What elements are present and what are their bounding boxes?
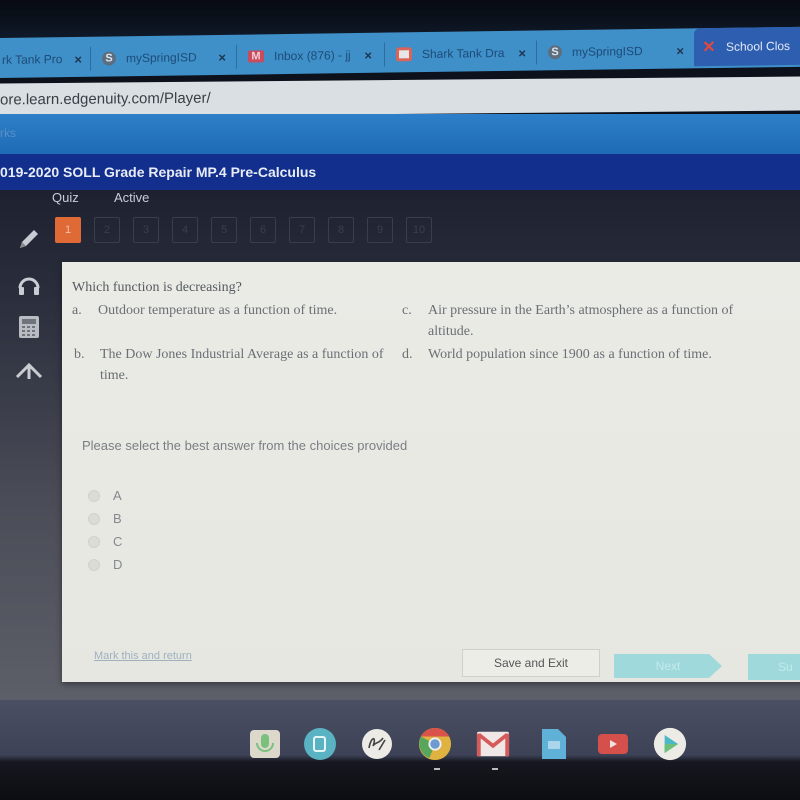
submit-button[interactable]: Su bbox=[748, 654, 800, 680]
tab-inbox[interactable]: M Inbox (876) - jj × bbox=[240, 39, 380, 73]
calculator-icon[interactable] bbox=[12, 310, 46, 344]
docs-icon[interactable] bbox=[537, 727, 571, 761]
tab-label: rk Tank Pro bbox=[2, 52, 63, 67]
bookmarks-label[interactable]: rks bbox=[0, 126, 16, 140]
instruction-text: Please select the best answer from the c… bbox=[82, 438, 408, 453]
choice-label: B bbox=[113, 511, 122, 526]
option-text: Outdoor temperature as a function of tim… bbox=[98, 303, 338, 318]
answer-choice-d[interactable]: D bbox=[88, 557, 122, 572]
radio-button[interactable] bbox=[88, 512, 100, 525]
tab-school-closure[interactable]: ✕ School Clos bbox=[694, 26, 800, 67]
question-navigation: 1 2 3 4 5 6 7 8 9 10 bbox=[55, 217, 432, 243]
radio-button[interactable] bbox=[88, 489, 100, 502]
tab-shark-tank-draft[interactable]: Shark Tank Dra × bbox=[388, 37, 534, 71]
question-card: Which function is decreasing? a. Outdoor… bbox=[62, 262, 800, 682]
chrome-icon[interactable] bbox=[418, 727, 452, 761]
headphones-icon[interactable] bbox=[12, 268, 46, 302]
radio-button[interactable] bbox=[88, 558, 100, 571]
option-letter: b. bbox=[74, 347, 85, 362]
activity-status: Active bbox=[114, 190, 150, 205]
tab-separator bbox=[536, 40, 537, 65]
signature-icon[interactable] bbox=[360, 727, 394, 761]
next-button[interactable]: Next bbox=[614, 654, 722, 678]
tab-separator bbox=[236, 44, 237, 69]
close-icon[interactable]: × bbox=[364, 47, 372, 62]
option-text: World population since 1900 as a functio… bbox=[428, 347, 712, 362]
save-and-exit-button[interactable]: Save and Exit bbox=[462, 649, 600, 677]
springisd-logo-icon: S bbox=[548, 45, 562, 60]
running-indicator bbox=[434, 768, 440, 770]
pencil-icon[interactable] bbox=[12, 222, 46, 256]
question-number-4[interactable]: 4 bbox=[172, 217, 198, 243]
radio-button[interactable] bbox=[88, 535, 100, 548]
tab-label: mySpringISD bbox=[572, 44, 643, 60]
springisd-logo-icon: S bbox=[102, 51, 116, 66]
play-store-icon[interactable] bbox=[653, 727, 687, 761]
x-brand-icon: ✕ bbox=[702, 39, 716, 57]
question-number-10[interactable]: 10 bbox=[406, 217, 432, 243]
option-text: The Dow Jones Industrial Average as a fu… bbox=[100, 347, 384, 383]
question-number-7[interactable]: 7 bbox=[289, 217, 315, 243]
answer-choice-b[interactable]: B bbox=[88, 511, 122, 526]
activity-type: Quiz bbox=[52, 190, 79, 205]
tab-label: mySpringISD bbox=[126, 50, 197, 66]
question-number-8[interactable]: 8 bbox=[328, 217, 354, 243]
close-icon[interactable]: × bbox=[518, 45, 526, 60]
option-text: Air pressure in the Earth’s atmosphere a… bbox=[428, 303, 734, 339]
tab-label: School Clos bbox=[726, 38, 791, 54]
choice-label: D bbox=[113, 557, 123, 572]
option-letter: a. bbox=[72, 303, 82, 318]
answer-choice-c[interactable]: C bbox=[88, 534, 122, 549]
option-letter: d. bbox=[402, 347, 413, 362]
tab-shark-tank-pro[interactable]: rk Tank Pro × bbox=[0, 43, 90, 76]
question-number-6[interactable]: 6 bbox=[250, 217, 276, 243]
url-text[interactable]: ore.learn.edgenuity.com/Player/ bbox=[0, 90, 211, 109]
tab-label: Inbox (876) - jj bbox=[274, 48, 351, 64]
tab-separator bbox=[90, 46, 91, 71]
choice-label: C bbox=[113, 534, 123, 549]
voice-recorder-icon[interactable] bbox=[248, 727, 282, 761]
option-letter: c. bbox=[402, 303, 412, 318]
address-bar[interactable]: ore.learn.edgenuity.com/Player/ bbox=[0, 76, 800, 118]
answer-choice-a[interactable]: A bbox=[88, 488, 122, 503]
gmail-icon: M bbox=[248, 50, 264, 63]
course-title: 019-2020 SOLL Grade Repair MP.4 Pre-Calc… bbox=[0, 164, 317, 180]
mark-and-return-link[interactable]: Mark this and return bbox=[94, 650, 192, 662]
course-header: 019-2020 SOLL Grade Repair MP.4 Pre-Calc… bbox=[0, 154, 800, 194]
tab-myspringisd-2[interactable]: S mySpringISD × bbox=[540, 34, 692, 68]
close-icon[interactable]: × bbox=[74, 51, 82, 66]
gmail-icon[interactable] bbox=[476, 727, 510, 761]
youtube-icon[interactable] bbox=[596, 727, 630, 761]
choice-label: A bbox=[113, 488, 122, 503]
tab-separator bbox=[384, 42, 385, 67]
question-number-9[interactable]: 9 bbox=[367, 217, 393, 243]
question-number-3[interactable]: 3 bbox=[133, 217, 159, 243]
collapse-up-icon[interactable] bbox=[12, 352, 46, 386]
close-icon[interactable]: × bbox=[676, 43, 684, 58]
question-stem: Which function is decreasing? bbox=[72, 280, 242, 295]
slides-icon bbox=[396, 47, 412, 62]
close-icon[interactable]: × bbox=[218, 49, 226, 64]
question-number-5[interactable]: 5 bbox=[211, 217, 237, 243]
bookmarks-bar: rks bbox=[0, 114, 800, 154]
tab-myspringisd[interactable]: S mySpringISD × bbox=[94, 41, 234, 75]
question-number-2[interactable]: 2 bbox=[94, 217, 120, 243]
screencast-icon[interactable] bbox=[303, 727, 337, 761]
tab-label: Shark Tank Dra bbox=[422, 45, 505, 62]
running-indicator bbox=[492, 768, 498, 770]
question-number-1[interactable]: 1 bbox=[55, 217, 81, 243]
